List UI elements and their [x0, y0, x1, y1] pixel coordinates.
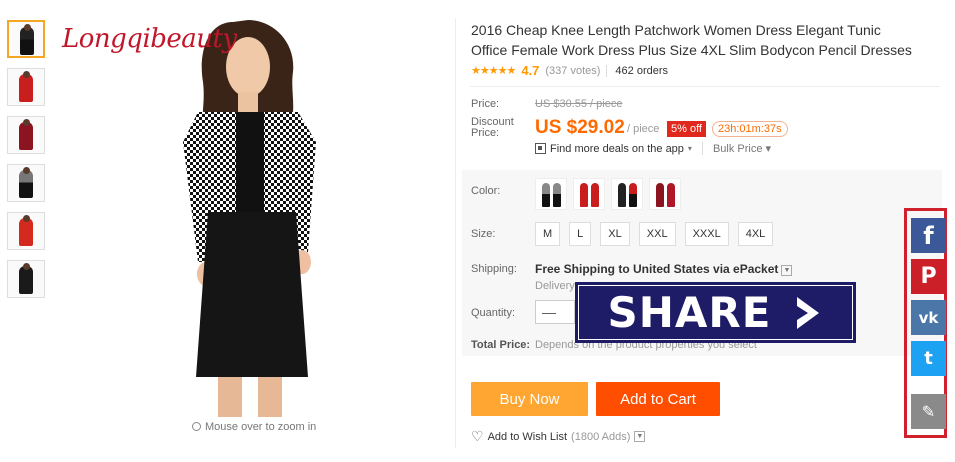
shipping-text: Free Shipping to United States via ePack…: [535, 262, 779, 276]
zoom-hint: Mouse over to zoom in: [192, 421, 316, 433]
thumbnail-5[interactable]: [7, 212, 45, 250]
qr-code-icon: [535, 143, 546, 154]
thumbnail-4[interactable]: [7, 164, 45, 202]
app-deals-row: Find more deals on the app ▾ Bulk Price …: [535, 142, 771, 155]
divider: [470, 86, 940, 87]
brand-logo: Longqibeauty: [62, 24, 237, 54]
color-swatches: [535, 178, 681, 210]
magnifier-icon: [192, 422, 201, 431]
per-piece-label: / piece: [627, 123, 660, 135]
quantity-decrease-button[interactable]: —: [535, 300, 575, 324]
product-title: 2016 Cheap Knee Length Patchwork Women D…: [471, 22, 912, 58]
wishlist-row[interactable]: ♡ Add to Wish List (1800 Adds) ▼: [471, 428, 646, 445]
chevron-down-icon[interactable]: ▼: [634, 431, 646, 442]
add-to-cart-button[interactable]: Add to Cart: [596, 382, 720, 416]
chevron-right-icon: [797, 296, 820, 329]
original-price: US $30.55 / piece: [535, 98, 623, 110]
twitter-icon[interactable]: t: [911, 341, 946, 376]
discount-price: US $29.02: [535, 117, 625, 138]
quantity-label: Quantity:: [471, 307, 516, 319]
color-swatch[interactable]: [535, 178, 567, 210]
vk-icon[interactable]: vk: [911, 300, 946, 335]
chevron-down-icon: ▾: [687, 144, 692, 153]
heart-icon: ♡: [471, 428, 484, 444]
size-options: M L XL XXL XXXL 4XL: [535, 222, 774, 246]
app-deals-link[interactable]: Find more deals on the app: [550, 143, 684, 155]
discount-badge: 5% off: [667, 121, 706, 137]
size-option-xxxl[interactable]: XXXL: [684, 222, 729, 246]
thumbnail-6[interactable]: [7, 260, 45, 298]
buy-now-button[interactable]: Buy Now: [471, 382, 588, 416]
rating-value: 4.7: [521, 63, 540, 78]
color-swatch[interactable]: [649, 178, 681, 210]
size-option-xl[interactable]: XL: [600, 222, 630, 246]
shipping-label: Shipping:: [471, 263, 517, 275]
color-swatch[interactable]: [611, 178, 643, 210]
thumbnail-3[interactable]: [7, 116, 45, 154]
wishlist-count: (1800 Adds): [571, 430, 631, 443]
thumbnail-2[interactable]: [7, 68, 45, 106]
price-label: Price:: [471, 98, 500, 110]
share-banner[interactable]: SHARE: [575, 282, 856, 343]
shipping-method[interactable]: Free Shipping to United States via ePack…: [535, 262, 793, 276]
countdown-timer: 23h:01m:37s: [712, 121, 788, 137]
pinterest-icon[interactable]: P: [911, 259, 946, 294]
color-swatch[interactable]: [573, 178, 605, 210]
delivery-text: Delivery: [535, 280, 575, 292]
zoom-hint-text: Mouse over to zoom in: [205, 421, 317, 433]
orders-count: 462 orders: [606, 64, 668, 77]
product-main-image[interactable]: [58, 12, 448, 417]
votes-link[interactable]: (337 votes): [545, 65, 600, 77]
facebook-icon[interactable]: f: [911, 218, 946, 253]
size-label: Size:: [471, 228, 496, 240]
thumbnail-list: [7, 20, 47, 308]
divider: [455, 18, 456, 448]
total-price-label: Total Price:: [471, 339, 531, 351]
size-option-m[interactable]: M: [535, 222, 561, 246]
color-label: Color:: [471, 185, 501, 197]
rating-row: ★★★★★ 4.7 (337 votes) 462 orders: [471, 63, 668, 78]
star-rating-icon: ★★★★★: [471, 65, 516, 77]
size-option-4xl[interactable]: 4XL: [737, 222, 774, 246]
chevron-down-icon[interactable]: ▼: [781, 265, 793, 276]
size-option-l[interactable]: L: [569, 222, 592, 246]
social-share-bar: f P vk t ✎: [904, 208, 947, 438]
edit-icon[interactable]: ✎: [911, 394, 946, 429]
share-text: SHARE: [607, 288, 772, 337]
thumbnail-1[interactable]: [7, 20, 45, 58]
discount-price-label: Discount Price:: [471, 116, 514, 139]
size-option-xxl[interactable]: XXL: [638, 222, 676, 246]
wishlist-link[interactable]: Add to Wish List: [488, 431, 567, 443]
bulk-price-link[interactable]: Bulk Price ▾: [701, 142, 771, 155]
